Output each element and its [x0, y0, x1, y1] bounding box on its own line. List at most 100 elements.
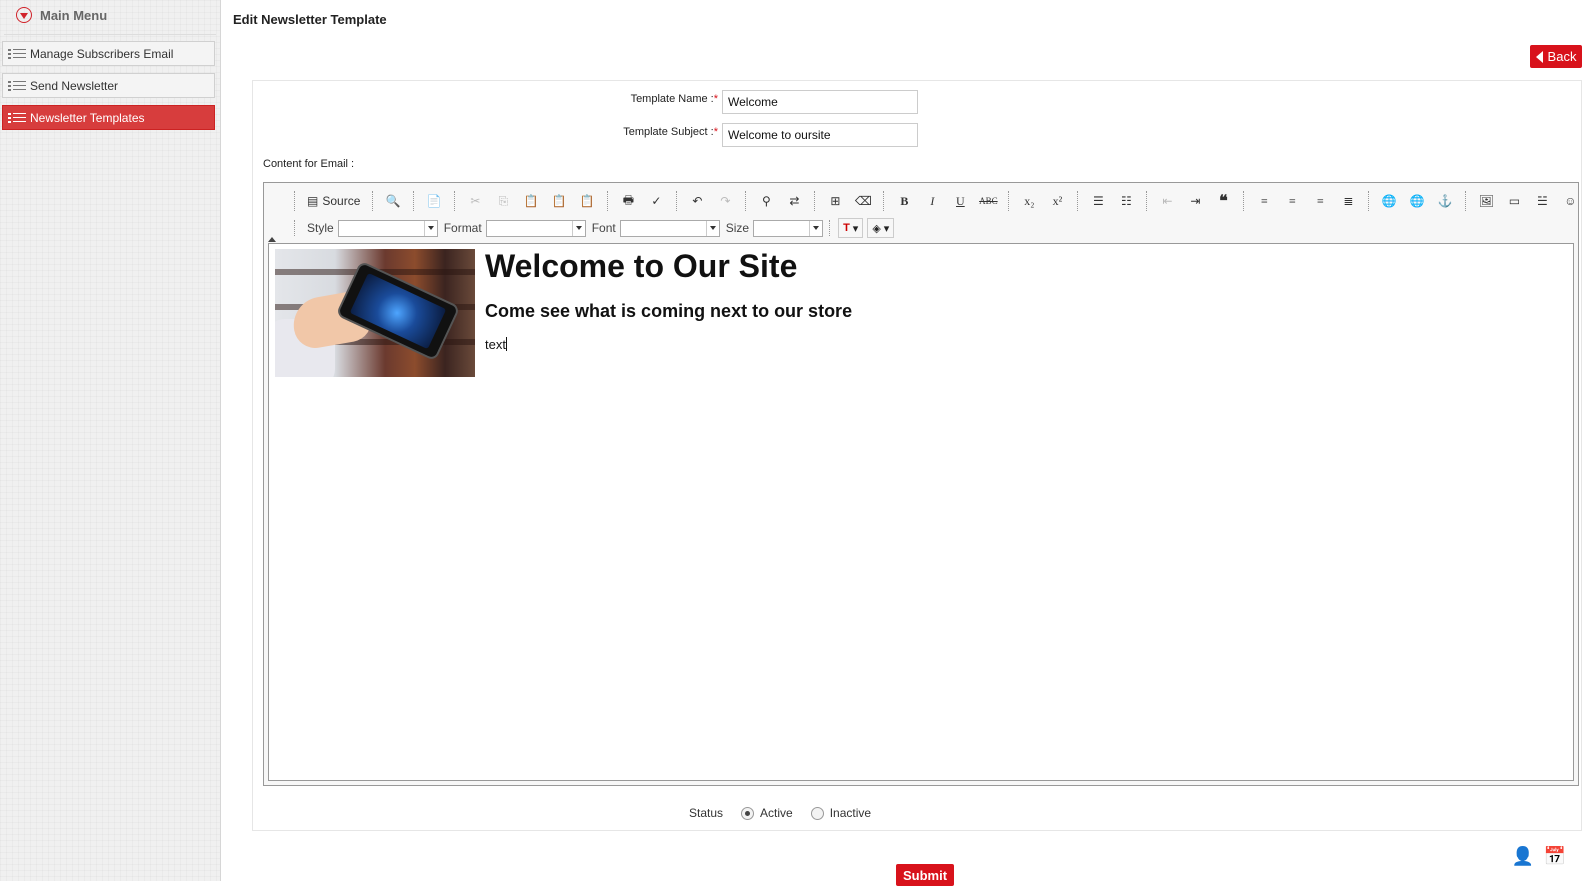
italic-icon[interactable]: I: [920, 190, 944, 212]
find-icon[interactable]: ⚲: [754, 190, 778, 212]
undo-icon[interactable]: ↶: [685, 190, 709, 212]
collapse-toolbar-icon[interactable]: [268, 237, 276, 242]
toolbar-grip: [1008, 191, 1011, 211]
select-all-icon[interactable]: ⊞: [823, 190, 847, 212]
bg-color-button[interactable]: ◈ ▾: [867, 218, 895, 238]
back-button-label: Back: [1547, 49, 1577, 64]
status-group: Status Active Inactive: [689, 806, 871, 820]
sidebar-item-label: Manage Subscribers Email: [30, 46, 174, 61]
chevron-down-icon: [423, 220, 437, 236]
superscript-icon[interactable]: x²: [1045, 190, 1069, 212]
submit-button[interactable]: Submit: [896, 864, 954, 886]
sidebar-item-label: Send Newsletter: [30, 78, 119, 93]
outdent-icon[interactable]: ⇤: [1155, 190, 1179, 212]
toolbar-grip: [829, 220, 832, 236]
hero-image: [275, 249, 475, 377]
align-left-icon[interactable]: ≡: [1252, 190, 1276, 212]
blockquote-icon[interactable]: ❝: [1211, 190, 1235, 212]
size-label: Size: [725, 221, 750, 235]
justify-icon[interactable]: ≣: [1336, 190, 1360, 212]
source-icon: ▤: [307, 194, 319, 208]
status-inactive-radio[interactable]: [810, 806, 824, 820]
page-title: Edit Newsletter Template: [233, 12, 387, 27]
indent-icon[interactable]: ⇥: [1183, 190, 1207, 212]
special-char-icon[interactable]: Ω: [1586, 190, 1593, 212]
flash-icon[interactable]: ▭: [1502, 190, 1526, 212]
toolbar-grip: [294, 191, 297, 211]
unlink-icon[interactable]: 🌐: [1405, 190, 1429, 212]
subscript-icon[interactable]: x₂: [1017, 190, 1041, 212]
strikethrough-icon[interactable]: ABC: [976, 190, 1000, 212]
main-menu-title: Main Menu: [40, 7, 108, 23]
templates-icon[interactable]: 📄: [422, 190, 446, 212]
paste-icon[interactable]: 📋: [519, 190, 543, 212]
status-label: Status: [689, 806, 724, 820]
format-label: Format: [443, 221, 482, 235]
divider: [4, 34, 216, 35]
replace-icon[interactable]: ⇄: [782, 190, 806, 212]
text-color-button[interactable]: T ▾: [838, 218, 864, 238]
editor-content-area[interactable]: Welcome to Our Site Come see what is com…: [268, 243, 1574, 781]
bg-color-icon: ◈: [872, 222, 881, 235]
sidebar: Main Menu Manage Subscribers Email Send …: [0, 0, 221, 881]
content-heading: Welcome to Our Site: [485, 248, 798, 284]
status-inactive-label: Inactive: [829, 806, 872, 820]
smiley-icon[interactable]: ☺: [1558, 190, 1582, 212]
content-paragraph: text: [485, 337, 507, 352]
sidebar-item-newsletter-templates[interactable]: Newsletter Templates: [2, 105, 215, 130]
template-subject-input[interactable]: [722, 123, 918, 147]
chevron-down-icon: [16, 7, 32, 23]
editor-toolbar-row-1: ▤ Source 🔍 📄 ✂ ⎘ 📋 📋 📋 🖶 ✓ ↶ ↷ ⚲ ⇄ ⊞ ⌫ B…: [288, 189, 1593, 213]
bold-icon[interactable]: B: [892, 190, 916, 212]
align-right-icon[interactable]: ≡: [1308, 190, 1332, 212]
format-combo[interactable]: [485, 219, 586, 237]
table-icon[interactable]: ☱: [1530, 190, 1554, 212]
bottom-dock: 👤 📅: [1512, 845, 1566, 867]
toolbar-grip: [883, 191, 886, 211]
source-label: Source: [322, 194, 361, 208]
chevron-down-icon: ▾: [883, 222, 890, 235]
link-icon[interactable]: 🌐: [1377, 190, 1401, 212]
anchor-icon[interactable]: ⚓: [1433, 190, 1457, 212]
back-button[interactable]: Back: [1530, 45, 1582, 68]
spellcheck-icon[interactable]: ✓: [644, 190, 668, 212]
toolbar-grip: [1146, 191, 1149, 211]
toolbar-grip: [1077, 191, 1080, 211]
font-combo[interactable]: [619, 219, 720, 237]
numbered-list-icon[interactable]: ☰: [1086, 190, 1110, 212]
style-combo[interactable]: [337, 219, 438, 237]
preview-icon[interactable]: 🔍: [381, 190, 405, 212]
copy-icon[interactable]: ⎘: [491, 190, 515, 212]
source-button[interactable]: ▤ Source: [301, 190, 366, 212]
align-center-icon[interactable]: ≡: [1280, 190, 1304, 212]
font-label: Font: [591, 221, 616, 235]
phone-image: [335, 260, 461, 362]
underline-icon[interactable]: U: [948, 190, 972, 212]
toolbar-grip: [372, 191, 375, 211]
main-menu-toggle[interactable]: Main Menu: [16, 4, 107, 26]
required-mark: *: [713, 126, 718, 138]
print-icon[interactable]: 🖶: [616, 190, 640, 212]
chevron-down-icon: ▾: [852, 222, 859, 235]
remove-format-icon[interactable]: ⌫: [851, 190, 875, 212]
status-active-radio[interactable]: [741, 806, 755, 820]
image-icon[interactable]: 🖼: [1474, 190, 1498, 212]
paste-text-icon[interactable]: 📋: [547, 190, 571, 212]
toolbar-grip: [454, 191, 457, 211]
cut-icon[interactable]: ✂: [463, 190, 487, 212]
toolbar-grip: [294, 220, 297, 236]
user-support-icon[interactable]: 👤: [1512, 845, 1534, 867]
size-combo[interactable]: [753, 219, 824, 237]
redo-icon[interactable]: ↷: [713, 190, 737, 212]
toolbar-grip: [1243, 191, 1246, 211]
template-name-input[interactable]: [722, 90, 918, 114]
sidebar-item-send-newsletter[interactable]: Send Newsletter: [2, 73, 215, 98]
toolbar-grip: [745, 191, 748, 211]
content-for-email-label: Content for Email :: [263, 158, 355, 170]
sidebar-item-manage-subscribers[interactable]: Manage Subscribers Email: [2, 41, 215, 66]
paste-word-icon[interactable]: 📋: [575, 190, 599, 212]
bulleted-list-icon[interactable]: ☷: [1114, 190, 1138, 212]
calendar-icon[interactable]: 📅: [1544, 845, 1566, 867]
chevron-down-icon: [705, 220, 719, 236]
status-active-label: Active: [760, 806, 793, 820]
